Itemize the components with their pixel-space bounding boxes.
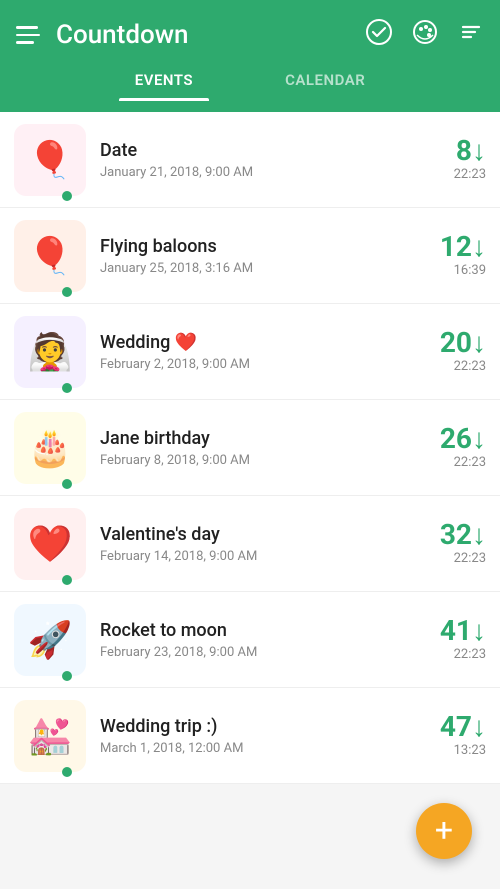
list-item[interactable]: 🎂 Jane birthday February 8, 2018, 9:00 A… bbox=[0, 400, 500, 496]
event-icon: 🎈 bbox=[14, 220, 86, 292]
event-countdown: 12↓ 16:39 bbox=[416, 233, 486, 278]
event-dot bbox=[62, 671, 72, 681]
countdown-days: 32↓ bbox=[416, 521, 486, 549]
countdown-days: 8↓ bbox=[416, 137, 486, 165]
header-actions bbox=[366, 19, 484, 51]
countdown-days: 20↓ bbox=[416, 329, 486, 357]
tab-calendar[interactable]: CALENDAR bbox=[269, 59, 381, 101]
event-countdown: 32↓ 22:23 bbox=[416, 521, 486, 566]
event-info: Flying baloons January 25, 2018, 3:16 AM bbox=[100, 236, 416, 276]
event-icon: 🎈 bbox=[14, 124, 86, 196]
event-countdown: 41↓ 22:23 bbox=[416, 617, 486, 662]
event-dot bbox=[62, 383, 72, 393]
tab-events[interactable]: EVENTS bbox=[119, 59, 209, 101]
event-info: Wedding trip :) March 1, 2018, 12:00 AM bbox=[100, 716, 416, 756]
list-item[interactable]: 💒 Wedding trip :) March 1, 2018, 12:00 A… bbox=[0, 688, 500, 784]
countdown-time: 16:39 bbox=[416, 263, 486, 278]
event-list: 🎈 Date January 21, 2018, 9:00 AM 8↓ 22:2… bbox=[0, 112, 500, 784]
countdown-days: 47↓ bbox=[416, 713, 486, 741]
event-dot bbox=[62, 575, 72, 585]
add-icon: + bbox=[435, 814, 453, 846]
event-name: Date bbox=[100, 140, 416, 161]
app-header: Countdown bbox=[0, 0, 500, 112]
event-countdown: 20↓ 22:23 bbox=[416, 329, 486, 374]
event-dot bbox=[62, 287, 72, 297]
event-dot bbox=[62, 479, 72, 489]
event-countdown: 26↓ 22:23 bbox=[416, 425, 486, 470]
countdown-days: 41↓ bbox=[416, 617, 486, 645]
event-icon: ❤️ bbox=[14, 508, 86, 580]
event-icon: 👰 bbox=[14, 316, 86, 388]
event-name: Wedding ❤️ bbox=[100, 332, 416, 353]
countdown-time: 13:23 bbox=[416, 743, 486, 758]
event-countdown: 8↓ 22:23 bbox=[416, 137, 486, 182]
countdown-time: 22:23 bbox=[416, 167, 486, 182]
event-info: Wedding ❤️ February 2, 2018, 9:00 AM bbox=[100, 332, 416, 372]
menu-button[interactable] bbox=[16, 26, 40, 44]
event-name: Wedding trip :) bbox=[100, 716, 416, 737]
countdown-days: 12↓ bbox=[416, 233, 486, 261]
event-date: February 14, 2018, 9:00 AM bbox=[100, 549, 416, 564]
event-info: Valentine's day February 14, 2018, 9:00 … bbox=[100, 524, 416, 564]
check-icon[interactable] bbox=[366, 19, 392, 51]
countdown-time: 22:23 bbox=[416, 551, 486, 566]
event-icon: 🚀 bbox=[14, 604, 86, 676]
event-dot bbox=[62, 767, 72, 777]
app-title: Countdown bbox=[56, 20, 366, 50]
event-info: Date January 21, 2018, 9:00 AM bbox=[100, 140, 416, 180]
event-name: Valentine's day bbox=[100, 524, 416, 545]
event-dot bbox=[62, 191, 72, 201]
event-info: Jane birthday February 8, 2018, 9:00 AM bbox=[100, 428, 416, 468]
event-date: March 1, 2018, 12:00 AM bbox=[100, 741, 416, 756]
countdown-days: 26↓ bbox=[416, 425, 486, 453]
countdown-time: 22:23 bbox=[416, 455, 486, 470]
event-date: February 2, 2018, 9:00 AM bbox=[100, 357, 416, 372]
event-name: Rocket to moon bbox=[100, 620, 416, 641]
event-name: Jane birthday bbox=[100, 428, 416, 449]
event-icon: 💒 bbox=[14, 700, 86, 772]
event-icon: 🎂 bbox=[14, 412, 86, 484]
list-item[interactable]: 🚀 Rocket to moon February 23, 2018, 9:00… bbox=[0, 592, 500, 688]
tab-bar: EVENTS CALENDAR bbox=[16, 59, 484, 101]
event-date: February 23, 2018, 9:00 AM bbox=[100, 645, 416, 660]
event-date: January 21, 2018, 9:00 AM bbox=[100, 165, 416, 180]
countdown-time: 22:23 bbox=[416, 647, 486, 662]
palette-icon[interactable] bbox=[412, 19, 438, 51]
list-item[interactable]: 🎈 Date January 21, 2018, 9:00 AM 8↓ 22:2… bbox=[0, 112, 500, 208]
event-countdown: 47↓ 13:23 bbox=[416, 713, 486, 758]
list-item[interactable]: ❤️ Valentine's day February 14, 2018, 9:… bbox=[0, 496, 500, 592]
list-item[interactable]: 👰 Wedding ❤️ February 2, 2018, 9:00 AM 2… bbox=[0, 304, 500, 400]
event-date: January 25, 2018, 3:16 AM bbox=[100, 261, 416, 276]
event-info: Rocket to moon February 23, 2018, 9:00 A… bbox=[100, 620, 416, 660]
sort-icon[interactable] bbox=[458, 19, 484, 51]
event-name: Flying baloons bbox=[100, 236, 416, 257]
add-event-button[interactable]: + bbox=[416, 803, 472, 859]
event-date: February 8, 2018, 9:00 AM bbox=[100, 453, 416, 468]
countdown-time: 22:23 bbox=[416, 359, 486, 374]
list-item[interactable]: 🎈 Flying baloons January 25, 2018, 3:16 … bbox=[0, 208, 500, 304]
